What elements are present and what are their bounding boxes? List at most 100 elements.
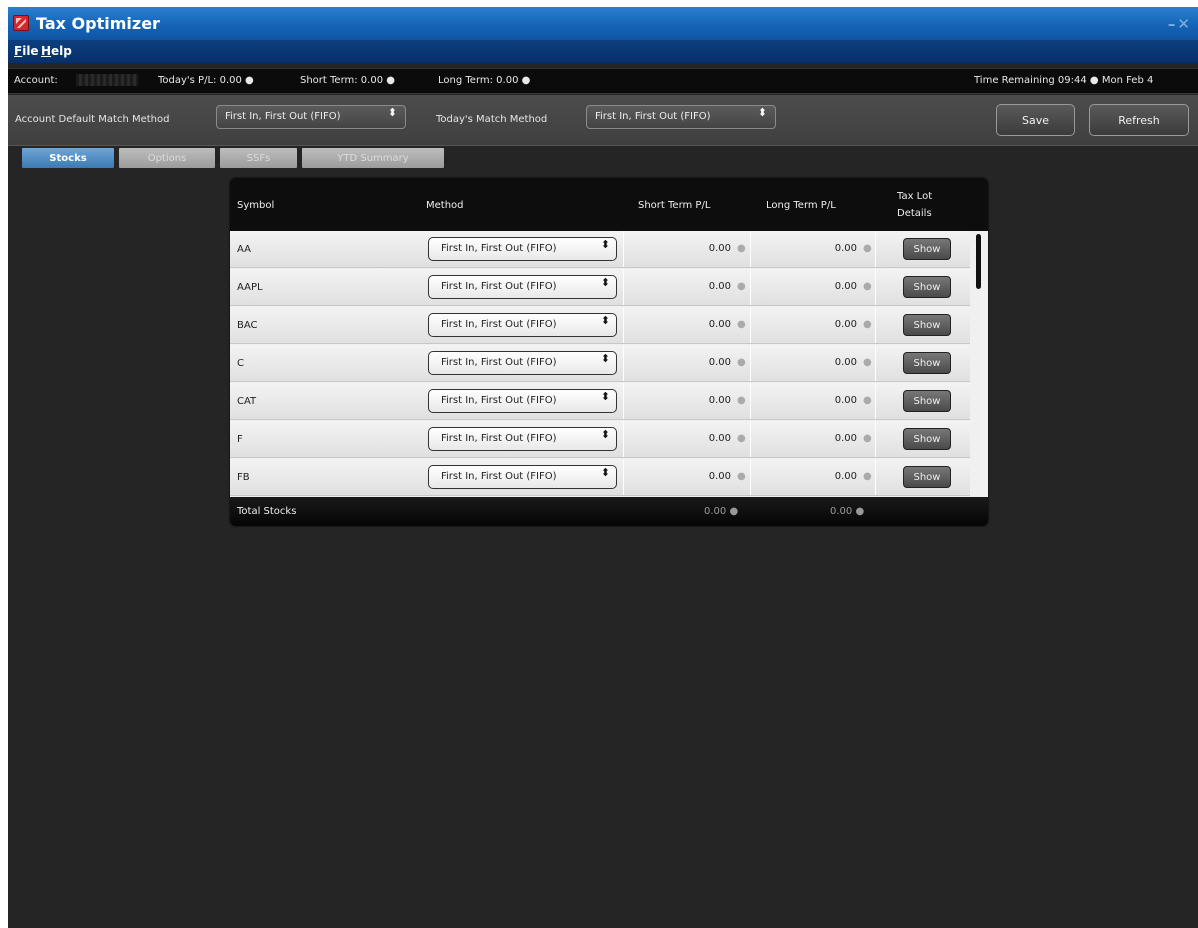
show-tax-lot-button[interactable]: Show <box>903 390 951 412</box>
status-dot: ● <box>737 243 746 254</box>
row-method-value: First In, First Out (FIFO) <box>441 319 557 330</box>
status-dot: ● <box>863 357 872 368</box>
app-logo-icon <box>13 15 29 31</box>
status-dot: ● <box>863 433 872 444</box>
column-divider <box>623 269 624 305</box>
status-dot: ● <box>737 395 746 406</box>
select-arrows-icon: ⬍ <box>600 276 610 289</box>
row-method-select[interactable]: First In, First Out (FIFO) ⬍ <box>428 465 617 489</box>
row-method-select[interactable]: First In, First Out (FIFO) ⬍ <box>428 275 617 299</box>
menu-file[interactable]: File <box>14 44 39 58</box>
account-default-method-value: First In, First Out (FIFO) <box>225 111 341 122</box>
long-term-cell: 0.00 <box>834 357 857 368</box>
column-header-short-term[interactable]: Short Term P/L <box>638 200 710 211</box>
symbol-cell: AAPL <box>237 282 263 293</box>
title-bar: Tax Optimizer –✕ <box>8 7 1198 40</box>
column-divider <box>623 459 624 495</box>
column-header-symbol[interactable]: Symbol <box>237 200 274 211</box>
short-term-cell: 0.00 <box>708 281 731 292</box>
column-header-method[interactable]: Method <box>426 200 464 211</box>
status-dot: ● <box>863 281 872 292</box>
symbol-cell: F <box>237 434 243 445</box>
column-divider <box>875 345 876 381</box>
column-divider <box>750 345 751 381</box>
total-stocks-label: Total Stocks <box>237 506 297 517</box>
todays-method-label: Today's Match Method <box>436 114 548 125</box>
short-term-cell: 0.00 <box>708 433 731 444</box>
row-method-select[interactable]: First In, First Out (FIFO) ⬍ <box>428 237 617 261</box>
select-arrows-icon: ⬍ <box>600 238 610 251</box>
table-scrollbar[interactable] <box>970 231 988 497</box>
tab-ytd-summary[interactable]: YTD Summary <box>302 148 444 168</box>
menu-help-accel: H <box>41 44 52 58</box>
window-title: Tax Optimizer <box>36 14 160 33</box>
tab-options[interactable]: Options <box>119 148 215 168</box>
menu-file-accel: F <box>14 44 23 58</box>
row-method-value: First In, First Out (FIFO) <box>441 395 557 406</box>
row-method-value: First In, First Out (FIFO) <box>441 357 557 368</box>
time-remaining: Time Remaining 09:44 ● Mon Feb 4 <box>974 75 1154 86</box>
table-row: F First In, First Out (FIFO) ⬍ 0.00 ● 0.0… <box>230 421 970 458</box>
select-arrows-icon: ⬍ <box>387 106 397 119</box>
column-divider <box>875 383 876 419</box>
symbol-cell: CAT <box>237 396 257 407</box>
table-row: BAC First In, First Out (FIFO) ⬍ 0.00 ● 0… <box>230 307 970 344</box>
row-method-select[interactable]: First In, First Out (FIFO) ⬍ <box>428 313 617 337</box>
column-divider <box>875 307 876 343</box>
row-method-value: First In, First Out (FIFO) <box>441 243 557 254</box>
table-footer: Total Stocks 0.00 ● 0.00 ● <box>230 497 988 526</box>
menu-file-rest: ile <box>22 44 39 58</box>
row-method-value: First In, First Out (FIFO) <box>441 433 557 444</box>
short-term-cell: 0.00 <box>708 471 731 482</box>
column-divider <box>623 383 624 419</box>
show-tax-lot-button[interactable]: Show <box>903 466 951 488</box>
column-header-tax-lot-details[interactable]: Tax Lot Details <box>897 188 932 222</box>
show-tax-lot-button[interactable]: Show <box>903 238 951 260</box>
tax-lot-line1: Tax Lot <box>897 191 933 202</box>
status-dot: ● <box>863 471 872 482</box>
symbol-cell: AA <box>237 244 251 255</box>
account-label: Account: <box>14 75 58 86</box>
total-short-term: 0.00 ● <box>704 506 739 517</box>
status-dot: ● <box>737 357 746 368</box>
scrollbar-thumb[interactable] <box>976 234 981 289</box>
row-method-select[interactable]: First In, First Out (FIFO) ⬍ <box>428 427 617 451</box>
show-tax-lot-button[interactable]: Show <box>903 314 951 336</box>
symbol-cell: C <box>237 358 244 369</box>
tab-ssfs[interactable]: SSFs <box>220 148 297 168</box>
window-controls[interactable]: –✕ <box>1168 15 1192 33</box>
long-term-cell: 0.00 <box>834 319 857 330</box>
row-method-value: First In, First Out (FIFO) <box>441 281 557 292</box>
row-method-select[interactable]: First In, First Out (FIFO) ⬍ <box>428 351 617 375</box>
column-divider <box>750 421 751 457</box>
account-default-method-select[interactable]: First In, First Out (FIFO) ⬍ <box>216 105 406 129</box>
short-term-cell: 0.00 <box>708 243 731 254</box>
status-dot: ● <box>737 471 746 482</box>
todays-pl: Today's P/L: 0.00 ● <box>158 75 254 86</box>
match-method-toolbar: Account Default Match Method First In, F… <box>8 95 1198 146</box>
status-dot: ● <box>737 319 746 330</box>
show-tax-lot-button[interactable]: Show <box>903 352 951 374</box>
symbol-cell: BAC <box>237 320 258 331</box>
row-method-select[interactable]: First In, First Out (FIFO) ⬍ <box>428 389 617 413</box>
show-tax-lot-button[interactable]: Show <box>903 276 951 298</box>
menu-bar: File Help <box>8 40 1198 63</box>
show-tax-lot-button[interactable]: Show <box>903 428 951 450</box>
total-long-term: 0.00 ● <box>830 506 865 517</box>
select-arrows-icon: ⬍ <box>600 428 610 441</box>
save-button[interactable]: Save <box>996 104 1075 136</box>
column-divider <box>750 307 751 343</box>
tab-stocks[interactable]: Stocks <box>22 148 114 168</box>
column-divider <box>750 231 751 267</box>
column-header-long-term[interactable]: Long Term P/L <box>766 200 836 211</box>
status-dot: ● <box>737 281 746 292</box>
refresh-button[interactable]: Refresh <box>1089 104 1189 136</box>
table-body: AA First In, First Out (FIFO) ⬍ 0.00 ● 0.… <box>230 231 970 497</box>
column-divider <box>750 459 751 495</box>
column-divider <box>875 421 876 457</box>
long-term-total: Long Term: 0.00 ● <box>438 75 531 86</box>
status-dot: ● <box>863 319 872 330</box>
todays-method-select[interactable]: First In, First Out (FIFO) ⬍ <box>586 105 776 129</box>
menu-help[interactable]: Help <box>41 44 72 58</box>
table-row: AAPL First In, First Out (FIFO) ⬍ 0.00 ● … <box>230 269 970 306</box>
